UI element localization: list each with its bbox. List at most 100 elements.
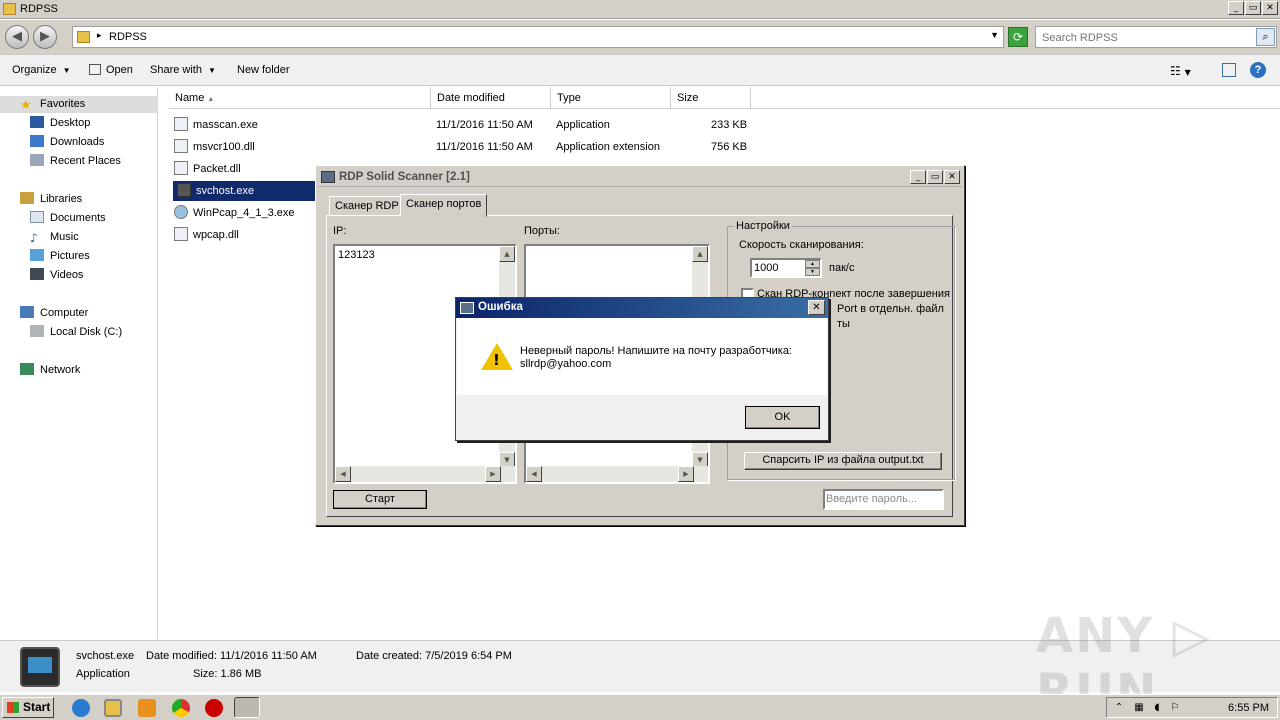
sidebar-item-pictures[interactable]: Pictures <box>30 248 90 265</box>
scroll-right-icon[interactable]: ▶ <box>678 466 694 482</box>
scroll-up-icon[interactable]: ▲ <box>499 246 515 262</box>
sidebar-label: Recent Places <box>50 155 121 167</box>
file-size: 233 KB <box>711 119 748 131</box>
sidebar-label: Favorites <box>40 98 86 110</box>
ok-button[interactable]: OK <box>745 406 820 429</box>
ip-horizontal-scrollbar[interactable]: ◀ ▶ <box>335 466 515 482</box>
table-row[interactable]: WinPcap_4_1_3.exe <box>174 203 314 223</box>
explorer-taskbar-icon[interactable] <box>104 699 122 717</box>
drive-icon <box>30 325 44 337</box>
table-row[interactable]: Packet.dll <box>174 159 314 179</box>
preview-pane-icon[interactable] <box>1222 63 1236 77</box>
close-button[interactable]: ✕ <box>944 170 960 184</box>
chrome-icon[interactable] <box>172 699 190 717</box>
maximize-button[interactable]: ▭ <box>927 170 943 184</box>
application-icon <box>174 117 188 131</box>
navigation-pane: ★ Favorites Desktop Downloads Recent Plac… <box>0 87 158 639</box>
table-row[interactable]: msvcr100.dll 11/1/2016 11:50 AM Applicat… <box>174 137 774 157</box>
organize-button[interactable]: Organize ▼ <box>12 64 71 76</box>
error-message-line1: Неверный пароль! Напишите на почту разра… <box>520 345 792 357</box>
opera-icon[interactable] <box>205 699 223 717</box>
column-header-type[interactable]: Type <box>551 87 671 109</box>
ports-horizontal-scrollbar[interactable]: ◀ ▶ <box>526 466 708 482</box>
minimize-button[interactable]: _ <box>1228 1 1244 15</box>
dll-icon <box>174 139 188 153</box>
view-options-icon[interactable]: ☷ ▼ <box>1170 64 1191 78</box>
clock[interactable]: 6:55 PM <box>1228 702 1269 714</box>
start-button[interactable]: Старт <box>333 490 427 509</box>
sidebar-item-videos[interactable]: Videos <box>30 267 83 284</box>
network-tray-icon[interactable]: ▦ <box>1133 702 1145 714</box>
forward-button[interactable]: ▶ <box>33 25 57 49</box>
sidebar-item-desktop[interactable]: Desktop <box>30 115 90 132</box>
search-box[interactable]: ⌕ <box>1035 26 1277 48</box>
share-with-button[interactable]: Share with ▼ <box>150 64 216 76</box>
column-header-date-modified[interactable]: Date modified <box>431 87 551 109</box>
scroll-left-icon[interactable]: ◀ <box>335 466 351 482</box>
sidebar-item-documents[interactable]: Documents <box>30 210 106 227</box>
media-player-icon[interactable] <box>138 699 156 717</box>
sidebar-item-computer[interactable]: Computer <box>20 305 88 322</box>
breadcrumb[interactable]: RDPSS <box>109 31 147 43</box>
close-button[interactable]: ✕ <box>808 300 825 315</box>
table-row[interactable]: masscan.exe 11/1/2016 11:50 AM Applicati… <box>174 115 774 135</box>
address-bar[interactable]: ▸ RDPSS ▼ <box>72 26 1004 48</box>
sidebar-label: Desktop <box>50 117 91 129</box>
ip-value: 123123 <box>338 249 375 261</box>
sidebar-item-network[interactable]: Network <box>20 362 80 379</box>
password-field[interactable]: Введите пароль... <box>823 489 944 510</box>
explorer-titlebar: RDPSS _ ▭ ✕ <box>0 0 1280 19</box>
search-input[interactable] <box>1042 30 1252 45</box>
volume-icon[interactable]: ◖ <box>1151 702 1163 714</box>
sidebar-item-local-disk[interactable]: Local Disk (C:) <box>30 324 122 341</box>
sort-up-icon: ▲ <box>207 96 215 103</box>
close-button[interactable]: ✕ <box>1262 1 1278 15</box>
app-icon <box>321 171 335 183</box>
sidebar-label: Documents <box>50 212 106 224</box>
tab-port-scanner[interactable]: Сканер портов <box>400 194 488 217</box>
help-icon[interactable]: ? <box>1250 62 1266 78</box>
open-button[interactable]: Open <box>89 64 133 76</box>
internet-explorer-icon[interactable] <box>72 699 90 717</box>
scroll-left-icon[interactable]: ◀ <box>526 466 542 482</box>
rdp-scanner-taskbar-icon[interactable] <box>234 697 260 718</box>
sidebar-item-favorites[interactable]: ★ Favorites <box>0 96 158 113</box>
minimize-button[interactable]: _ <box>910 170 926 184</box>
table-row-selected[interactable]: svchost.exe <box>173 181 315 201</box>
sidebar-item-libraries[interactable]: Libraries <box>20 191 82 208</box>
maximize-button[interactable]: ▭ <box>1245 1 1261 15</box>
sidebar-label: Libraries <box>40 193 83 205</box>
sidebar-item-music[interactable]: ♪ Music <box>30 229 79 246</box>
chevron-down-icon[interactable]: ▼ <box>990 30 999 40</box>
refresh-button[interactable]: ⟳ <box>1008 27 1028 47</box>
scroll-up-icon[interactable]: ▲ <box>692 246 708 262</box>
column-header-size[interactable]: Size <box>671 87 751 109</box>
taskbar: Start ⌃ ▦ ◖ ⚐ 6:55 PM <box>0 694 1280 720</box>
details-date-modified: Date modified: 11/1/2016 11:50 AM <box>146 650 317 662</box>
start-button-taskbar[interactable]: Start <box>2 697 54 718</box>
flag-icon[interactable]: ⚐ <box>1169 702 1181 714</box>
file-name: masscan.exe <box>193 119 258 131</box>
parse-ip-button[interactable]: Спарсить IP из файла output.txt <box>744 452 942 470</box>
error-message-line2: sllrdp@yahoo.com <box>520 358 612 370</box>
sidebar-item-recent-places[interactable]: Recent Places <box>30 153 121 170</box>
scroll-right-icon[interactable]: ▶ <box>485 466 501 482</box>
chevron-down-icon: ▼ <box>62 66 71 75</box>
file-type: Application <box>556 119 610 131</box>
third-option-label: ты <box>837 318 850 330</box>
speed-spinner[interactable]: 1000 ▲ ▼ <box>750 258 822 278</box>
table-row[interactable]: wpcap.dll <box>174 225 314 245</box>
chevron-up-icon[interactable]: ⌃ <box>1113 702 1125 714</box>
back-button[interactable]: ◀ <box>5 25 29 49</box>
tab-rdp-scanner[interactable]: Сканер RDP <box>329 196 405 216</box>
file-date: 11/1/2016 11:50 AM <box>436 141 533 153</box>
spin-down-icon[interactable]: ▼ <box>805 268 820 276</box>
search-icon[interactable]: ⌕ <box>1256 28 1275 46</box>
column-header-name[interactable]: Name ▲ <box>169 87 431 109</box>
new-folder-button[interactable]: New folder <box>237 64 290 76</box>
chevron-right-icon[interactable]: ▸ <box>97 30 102 41</box>
speed-value: 1000 <box>754 262 779 274</box>
sidebar-item-downloads[interactable]: Downloads <box>30 134 104 151</box>
folder-icon <box>77 31 90 43</box>
spin-up-icon[interactable]: ▲ <box>805 260 820 268</box>
